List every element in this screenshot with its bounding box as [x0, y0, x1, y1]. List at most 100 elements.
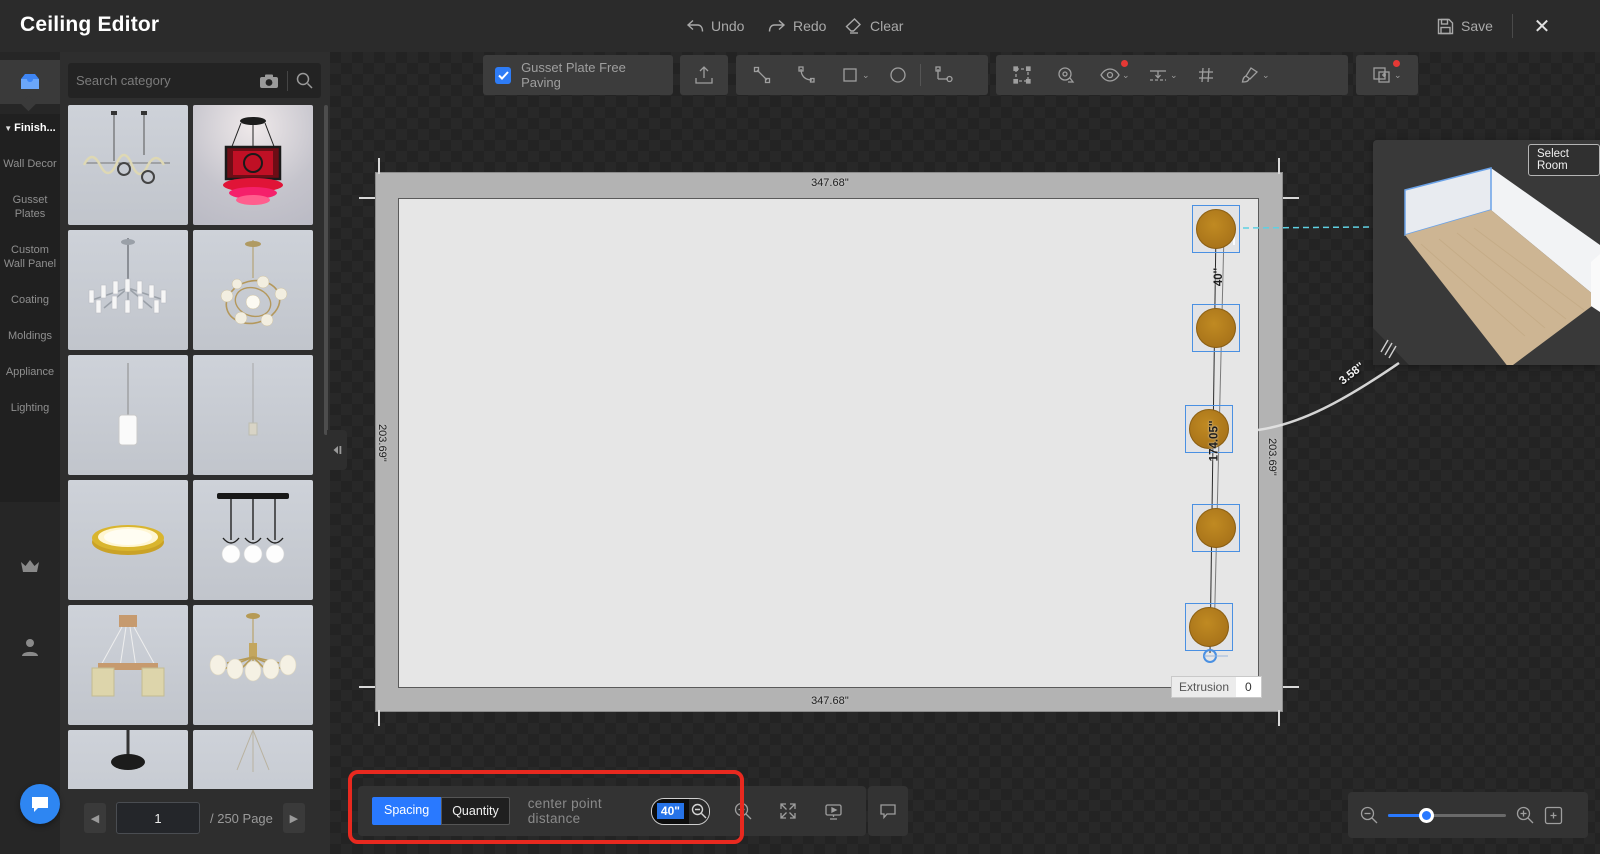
- left-rail: ▼Finish... Wall Decor Gusset PlatesCustom…: [0, 52, 60, 854]
- quantity-tab[interactable]: Quantity: [441, 797, 510, 825]
- resize-grip-icon: [1378, 336, 1400, 360]
- undo-button[interactable]: Undo: [686, 14, 744, 38]
- panel-collapse-handle[interactable]: [327, 430, 347, 470]
- chat-support-button[interactable]: [20, 784, 60, 824]
- rail-item-wall-decor[interactable]: Wall Decor: [0, 148, 60, 180]
- pagination: ◀ / 250 Page ▶: [60, 792, 330, 844]
- next-page-button[interactable]: ▶: [283, 803, 305, 833]
- product-red-drum-pendant[interactable]: [193, 105, 313, 225]
- distance-input[interactable]: 40": [652, 799, 689, 824]
- grid-icon[interactable]: [1184, 55, 1228, 95]
- zoom-slider-thumb[interactable]: [1419, 808, 1434, 823]
- gusset-paving-checkbox[interactable]: [495, 67, 511, 84]
- arc-tool-icon[interactable]: [784, 55, 828, 95]
- extrusion-field[interactable]: Extrusion 0: [1171, 676, 1262, 698]
- distance-value[interactable]: 40": [657, 803, 684, 819]
- ceiling-canvas[interactable]: 347.68'' 347.68'' 203.69'' 203.69'' 40''…: [375, 172, 1283, 712]
- product-white-cylinder-pendant[interactable]: [68, 355, 188, 475]
- extrusion-value[interactable]: 0: [1236, 677, 1261, 697]
- light-fixture-2[interactable]: [1192, 304, 1240, 352]
- rail-item-finish[interactable]: ▼Finish...: [0, 122, 60, 134]
- draw-tools-group: ⌄: [736, 55, 988, 95]
- lights-layer: [376, 173, 1284, 713]
- select-room-button[interactable]: Select Room: [1528, 144, 1600, 176]
- light-fixture-circle: [1196, 209, 1236, 249]
- paint-brush-icon[interactable]: [1228, 55, 1272, 95]
- corner-tick: [1278, 158, 1280, 174]
- zoom-out-icon[interactable]: [1360, 806, 1378, 824]
- close-button[interactable]: ✕: [1528, 12, 1556, 40]
- light-fixture-4[interactable]: [1192, 504, 1240, 552]
- clear-button[interactable]: Clear: [845, 14, 903, 38]
- zoom-in-icon[interactable]: [1516, 806, 1534, 824]
- title-bar: Ceiling Editor Undo Redo Clear Save ✕: [0, 0, 1600, 52]
- page-number-input[interactable]: [116, 802, 200, 834]
- rail-item-custom-wall-panel[interactable]: Custom Wall Panel: [0, 234, 60, 280]
- eraser-icon: [845, 18, 863, 34]
- light-fixture-1[interactable]: [1192, 205, 1240, 253]
- tape-measure-icon[interactable]: [1044, 55, 1088, 95]
- extrusion-label: Extrusion: [1172, 677, 1236, 697]
- product-slim-chandelier[interactable]: [193, 730, 313, 789]
- caret-down-icon: ▼: [4, 124, 12, 133]
- spacing-dimension: 40'': [1213, 268, 1225, 286]
- catalog-scrollbar[interactable]: [324, 105, 328, 435]
- light-fixture-5[interactable]: [1185, 603, 1233, 651]
- elevation-icon[interactable]: [1136, 55, 1180, 95]
- product-wood-frame-pendant[interactable]: [68, 605, 188, 725]
- product-black-linear-globe-pendant[interactable]: [193, 480, 313, 600]
- product-gold-round-ceiling-lamp[interactable]: [68, 480, 188, 600]
- fullscreen-icon[interactable]: [769, 791, 806, 831]
- product-wave-pendant[interactable]: [68, 105, 188, 225]
- product-silver-candle-chandelier[interactable]: [68, 230, 188, 350]
- marquee-select-icon[interactable]: [1000, 55, 1044, 95]
- rectangle-tool-icon[interactable]: [828, 55, 872, 95]
- search-icon[interactable]: [296, 72, 313, 89]
- corner-tick: [359, 197, 375, 199]
- product-slim-pendant[interactable]: [193, 355, 313, 475]
- fit-to-screen-icon[interactable]: [1544, 806, 1563, 825]
- chat-bubble-icon: [30, 795, 50, 813]
- undo-icon: [686, 19, 704, 34]
- node-tool-icon[interactable]: [921, 55, 965, 95]
- zoom-control: [1348, 792, 1588, 838]
- gusset-paving-label: Gusset Plate Free Paving: [521, 60, 661, 90]
- product-black-flush-mount[interactable]: [68, 730, 188, 789]
- save-button[interactable]: Save: [1437, 14, 1493, 38]
- product-gold-arm-chandelier[interactable]: [193, 605, 313, 725]
- comment-bar: [868, 786, 908, 836]
- comment-icon[interactable]: [868, 791, 908, 831]
- corner-tick: [378, 158, 380, 174]
- view-tools-group: ⌄ ⌄ ⌄: [996, 55, 1348, 95]
- zoom-in-canvas-icon[interactable]: [724, 791, 761, 831]
- line-tool-icon[interactable]: [740, 55, 784, 95]
- export-icon[interactable]: [682, 55, 726, 95]
- rail-item-gusset-plates[interactable]: Gusset Plates: [0, 184, 60, 230]
- user-profile-icon[interactable]: [0, 637, 60, 657]
- zoom-slider[interactable]: [1388, 814, 1506, 817]
- rail-category-list: Wall Decor Gusset PlatesCustom Wall Panel…: [0, 148, 60, 424]
- redo-button[interactable]: Redo: [768, 14, 826, 38]
- camera-search-icon[interactable]: [259, 73, 279, 89]
- presentation-icon[interactable]: [815, 791, 852, 831]
- rail-item-coating[interactable]: Coating: [0, 284, 60, 316]
- rail-item-lighting[interactable]: Lighting: [0, 392, 60, 424]
- visibility-icon[interactable]: [1088, 55, 1132, 95]
- membership-crown-icon[interactable]: [0, 557, 60, 575]
- search-input[interactable]: [76, 73, 259, 88]
- distance-zoom-out-icon[interactable]: [689, 799, 709, 824]
- corner-tick: [1283, 686, 1299, 688]
- prev-page-button[interactable]: ◀: [84, 803, 106, 833]
- room-3d-preview[interactable]: Select Room: [1373, 140, 1600, 365]
- catalog-panel: ◀ / 250 Page ▶: [60, 52, 330, 854]
- rail-item-moldings[interactable]: Moldings: [0, 320, 60, 352]
- circle-tool-icon[interactable]: [876, 55, 920, 95]
- search-divider: [287, 71, 288, 91]
- product-gold-orbit-chandelier[interactable]: [193, 230, 313, 350]
- save-icon: [1437, 18, 1454, 35]
- tab-pointer: [22, 102, 36, 110]
- copy-layout-icon[interactable]: [1360, 55, 1404, 95]
- rail-item-appliance[interactable]: Appliance: [0, 356, 60, 388]
- spacing-tab[interactable]: Spacing: [372, 797, 441, 825]
- app-title: Ceiling Editor: [20, 13, 159, 37]
